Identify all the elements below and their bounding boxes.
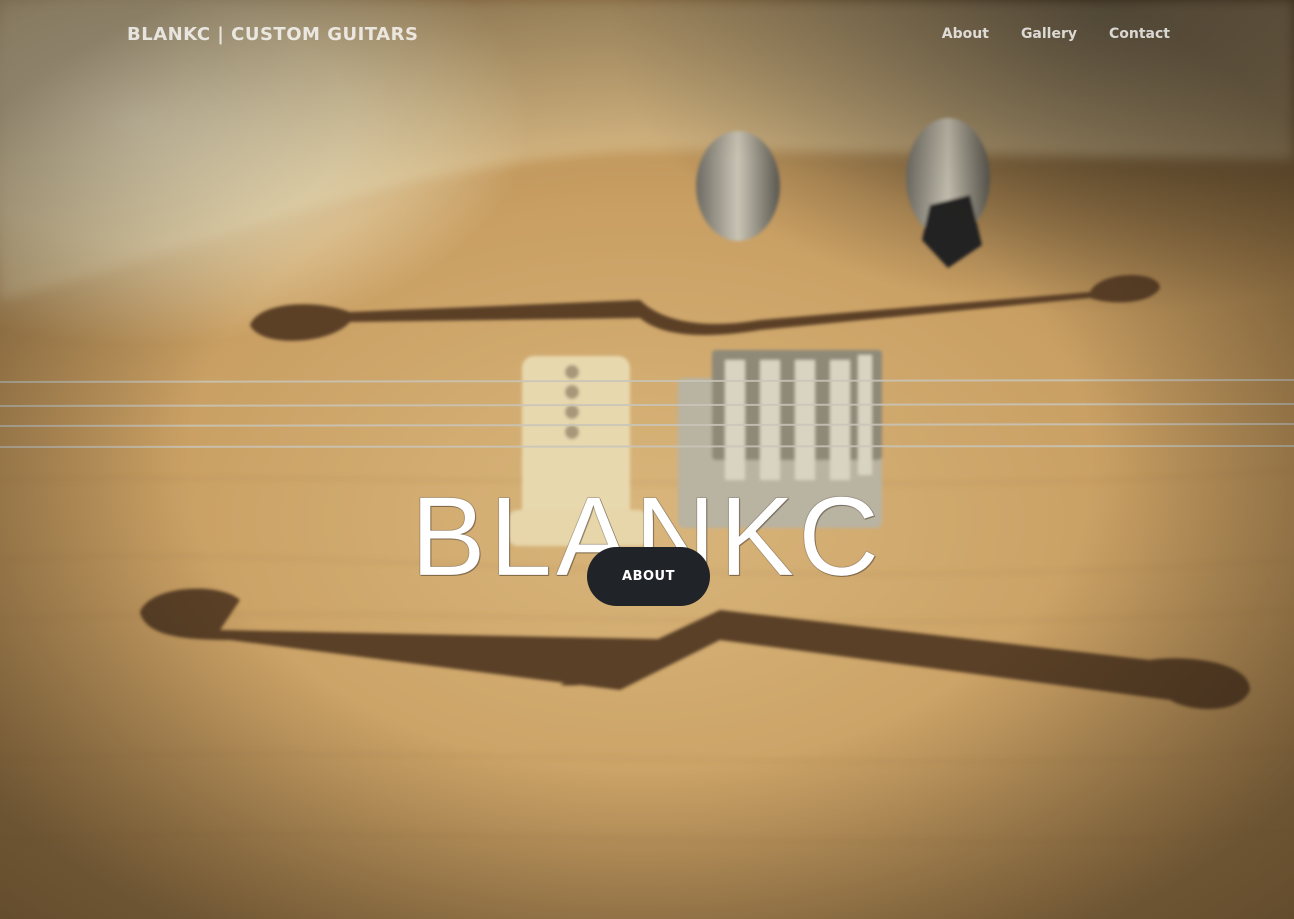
nav-link-gallery[interactable]: Gallery xyxy=(1021,26,1077,42)
top-navbar: BLANKC | CUSTOM GUITARS About Gallery Co… xyxy=(0,0,1294,72)
nav-link-about[interactable]: About xyxy=(942,26,989,42)
about-button[interactable]: ABOUT xyxy=(587,547,710,606)
brand-logo-link[interactable]: BLANKC | CUSTOM GUITARS xyxy=(127,24,418,45)
nav-links: About Gallery Contact xyxy=(942,26,1170,42)
hero-background-image xyxy=(0,0,1294,843)
hero-section xyxy=(0,0,1294,919)
nav-link-contact[interactable]: Contact xyxy=(1109,26,1170,42)
